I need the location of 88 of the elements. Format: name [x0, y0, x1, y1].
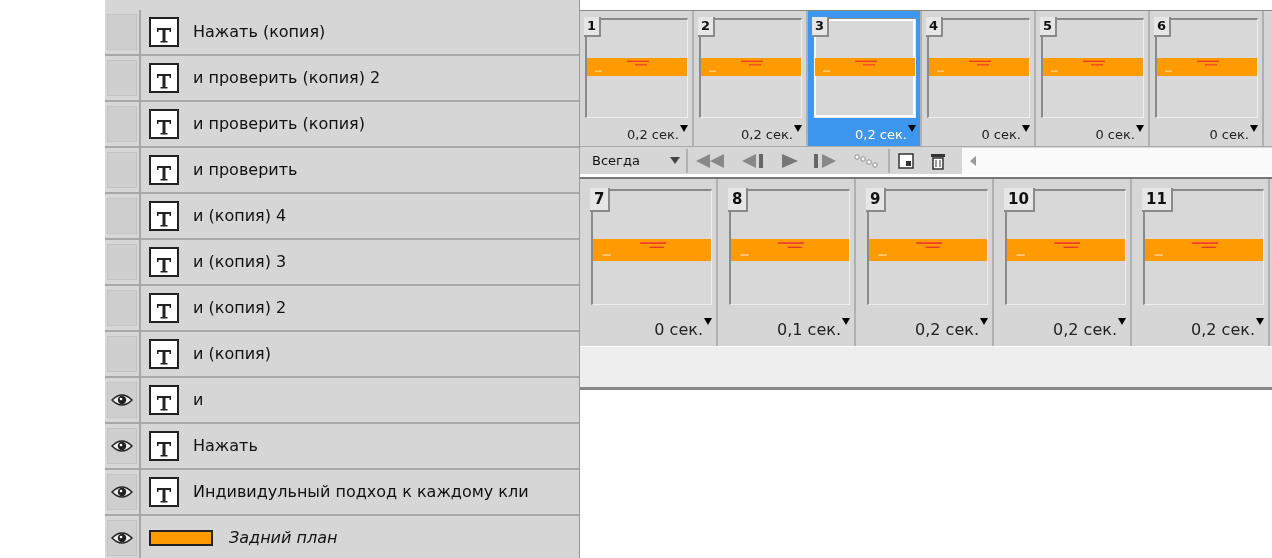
frame-delay[interactable]: 0,2 сек.	[627, 124, 688, 144]
layer-name: Индивидульный подход к каждому кли	[193, 481, 529, 503]
rewind-icon	[696, 153, 726, 168]
visibility-toggle[interactable]	[107, 474, 137, 510]
frame-number: 4	[926, 17, 944, 37]
layer-name: и проверить (копия) 2	[193, 67, 381, 89]
visibility-toggle[interactable]	[107, 382, 137, 418]
frame-number: 6	[1154, 17, 1172, 37]
frame-delay[interactable]: 0,2 сек.	[1191, 318, 1264, 342]
layer-name: и (копия) 4	[193, 205, 287, 227]
trash-icon	[930, 151, 946, 170]
layer-name: и (копия)	[193, 343, 271, 365]
frame-number: 5	[1040, 17, 1058, 37]
layer-row[interactable]: и (копия) 3	[105, 240, 579, 286]
text-layer-icon	[149, 385, 179, 415]
animation-frame[interactable]: 3 0,2 сек.	[808, 11, 922, 146]
layer-row[interactable]: и проверить	[105, 148, 579, 194]
layer-row[interactable]: и	[105, 378, 579, 424]
dropdown-arrow-icon	[794, 124, 802, 133]
dropdown-arrow-icon	[680, 124, 688, 133]
dots-icon	[854, 153, 878, 168]
frame-delay[interactable]: 0 сек.	[1209, 124, 1258, 144]
layer-name: Нажать (копия)	[193, 21, 326, 43]
dropdown-arrow-icon	[1250, 124, 1258, 133]
eye-icon	[111, 439, 133, 453]
dropdown-arrow-icon	[704, 318, 712, 326]
layer-row[interactable]: и проверить (копия) 2	[105, 56, 579, 102]
step-forward-icon	[814, 153, 838, 168]
frame-number: 11	[1142, 188, 1173, 212]
text-layer-icon	[149, 339, 179, 369]
layer-name: и проверить	[193, 159, 298, 181]
frame-delay[interactable]: 0,2 сек.	[915, 318, 988, 342]
layer-row[interactable]: Задний план	[105, 516, 579, 558]
text-layer-icon	[149, 477, 179, 507]
layer-name: и (копия) 2	[193, 297, 287, 319]
frame-delay[interactable]: 0 сек.	[1095, 124, 1144, 144]
frame-number: 9	[866, 188, 887, 212]
dropdown-arrow-icon	[1256, 318, 1264, 326]
eye-icon	[111, 485, 133, 499]
dropdown-arrow-icon	[670, 157, 680, 164]
frame-delay[interactable]: 0,2 сек.	[741, 124, 802, 144]
layer-name: Задний план	[229, 527, 338, 549]
layer-row[interactable]: и (копия) 2	[105, 286, 579, 332]
dropdown-arrow-icon	[842, 318, 850, 326]
text-layer-icon	[149, 201, 179, 231]
frame-number: 2	[698, 17, 716, 37]
text-layer-icon	[149, 155, 179, 185]
loop-dropdown[interactable]: Всегда	[580, 148, 688, 173]
text-layer-icon	[149, 17, 179, 47]
frame-delay[interactable]: 0,1 сек.	[777, 318, 850, 342]
layer-row[interactable]: и (копия) 4	[105, 194, 579, 240]
dropdown-arrow-icon	[1118, 318, 1126, 326]
text-layer-icon	[149, 109, 179, 139]
new-page-icon	[898, 152, 914, 169]
dropdown-arrow-icon	[1022, 124, 1030, 133]
text-layer-icon	[149, 247, 179, 277]
eye-icon	[111, 531, 133, 545]
visibility-toggle[interactable]	[107, 428, 137, 464]
color-swatch	[149, 530, 213, 546]
frame-number: 8	[728, 188, 749, 212]
layer-name: и	[193, 389, 204, 411]
frame-number: 3	[812, 17, 830, 37]
layer-name: и проверить (копия)	[193, 113, 365, 135]
frame-delay[interactable]: 0 сек.	[981, 124, 1030, 144]
layer-row[interactable]: Нажать (копия)	[105, 10, 579, 56]
frame-delay[interactable]: 0,2 сек.	[1053, 318, 1126, 342]
layer-row[interactable]: и (копия)	[105, 332, 579, 378]
frame-number: 1	[584, 17, 602, 37]
scroll-left-icon	[970, 155, 976, 166]
dropdown-arrow-icon	[980, 318, 988, 326]
layer-row[interactable]: Нажать	[105, 424, 579, 470]
layer-row[interactable]: Индивидульный подход к каждому кли	[105, 470, 579, 516]
step-back-icon	[742, 153, 766, 168]
layer-name: Нажать	[193, 435, 258, 457]
frame-number: 10	[1004, 188, 1035, 212]
text-layer-icon	[149, 293, 179, 323]
dropdown-arrow-icon	[908, 124, 916, 133]
layer-row[interactable]: и проверить (копия)	[105, 102, 579, 148]
frame-delay[interactable]: 0 сек.	[654, 318, 712, 342]
eye-icon	[111, 393, 133, 407]
layer-name: и (копия) 3	[193, 251, 287, 273]
play-icon	[782, 153, 798, 168]
text-layer-icon	[149, 431, 179, 461]
text-layer-icon	[149, 63, 179, 93]
dropdown-arrow-icon	[1136, 124, 1144, 133]
scrollbar[interactable]	[962, 147, 1272, 174]
frame-number: 7	[590, 188, 611, 212]
visibility-toggle[interactable]	[107, 520, 137, 556]
